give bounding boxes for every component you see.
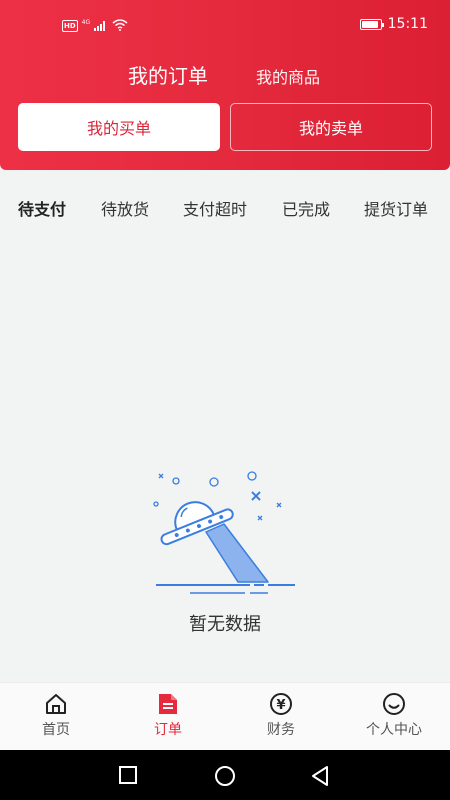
clock: 15:11: [387, 16, 428, 32]
signal-icon: [94, 16, 108, 35]
wifi-icon: [112, 16, 128, 35]
nav-home[interactable]: 首页: [0, 683, 112, 751]
bottom-nav: 首页 订单 ¥ 财务 个人中心: [0, 682, 450, 750]
tab-pending-release[interactable]: 待放货: [101, 196, 149, 220]
header-bar: HD 4G 15:11 我的订单 我的商品 我的买单 我的卖单: [0, 0, 450, 170]
tab-pending-payment[interactable]: 待支付: [18, 196, 66, 220]
svg-text:¥: ¥: [276, 698, 285, 713]
battery-icon: [359, 18, 384, 30]
segment-buy-orders[interactable]: 我的买单: [18, 103, 220, 151]
nav-orders-label: 订单: [154, 722, 182, 738]
back-button[interactable]: [310, 765, 330, 791]
top-tabs: 我的订单 我的商品: [0, 60, 450, 88]
nav-home-label: 首页: [42, 722, 70, 738]
tab-completed[interactable]: 已完成: [282, 196, 330, 220]
smiley-face-icon: [382, 692, 406, 716]
empty-state-text: 暂无数据: [189, 614, 261, 635]
order-document-icon: [156, 692, 180, 716]
status-bar: HD 4G 15:11: [0, 0, 450, 50]
nav-profile[interactable]: 个人中心: [338, 683, 450, 751]
nav-finance[interactable]: ¥ 财务: [225, 683, 337, 751]
segment-sell-orders[interactable]: 我的卖单: [230, 103, 432, 151]
home-icon: [44, 692, 68, 716]
network-type: 4G: [81, 18, 91, 26]
hd-badge: HD: [62, 19, 78, 32]
ufo-illustration: [150, 466, 300, 598]
nav-profile-label: 个人中心: [366, 722, 422, 738]
tab-my-products[interactable]: 我的商品: [256, 64, 320, 88]
nav-orders[interactable]: 订单: [112, 683, 224, 751]
tab-payment-timeout[interactable]: 支付超时: [183, 196, 247, 220]
tab-pickup-orders[interactable]: 提货订单: [364, 196, 428, 220]
status-right: 15:11: [359, 16, 428, 32]
order-status-tabs: 待支付 待放货 支付超时 已完成 提货订单: [0, 196, 450, 220]
system-nav-bar: [0, 750, 450, 800]
yuan-coin-icon: ¥: [269, 692, 293, 716]
tab-my-orders[interactable]: 我的订单: [128, 60, 208, 89]
home-button[interactable]: [214, 765, 236, 791]
recents-button[interactable]: [119, 766, 137, 788]
nav-finance-label: 财务: [267, 722, 295, 738]
status-left: HD 4G: [62, 16, 128, 35]
